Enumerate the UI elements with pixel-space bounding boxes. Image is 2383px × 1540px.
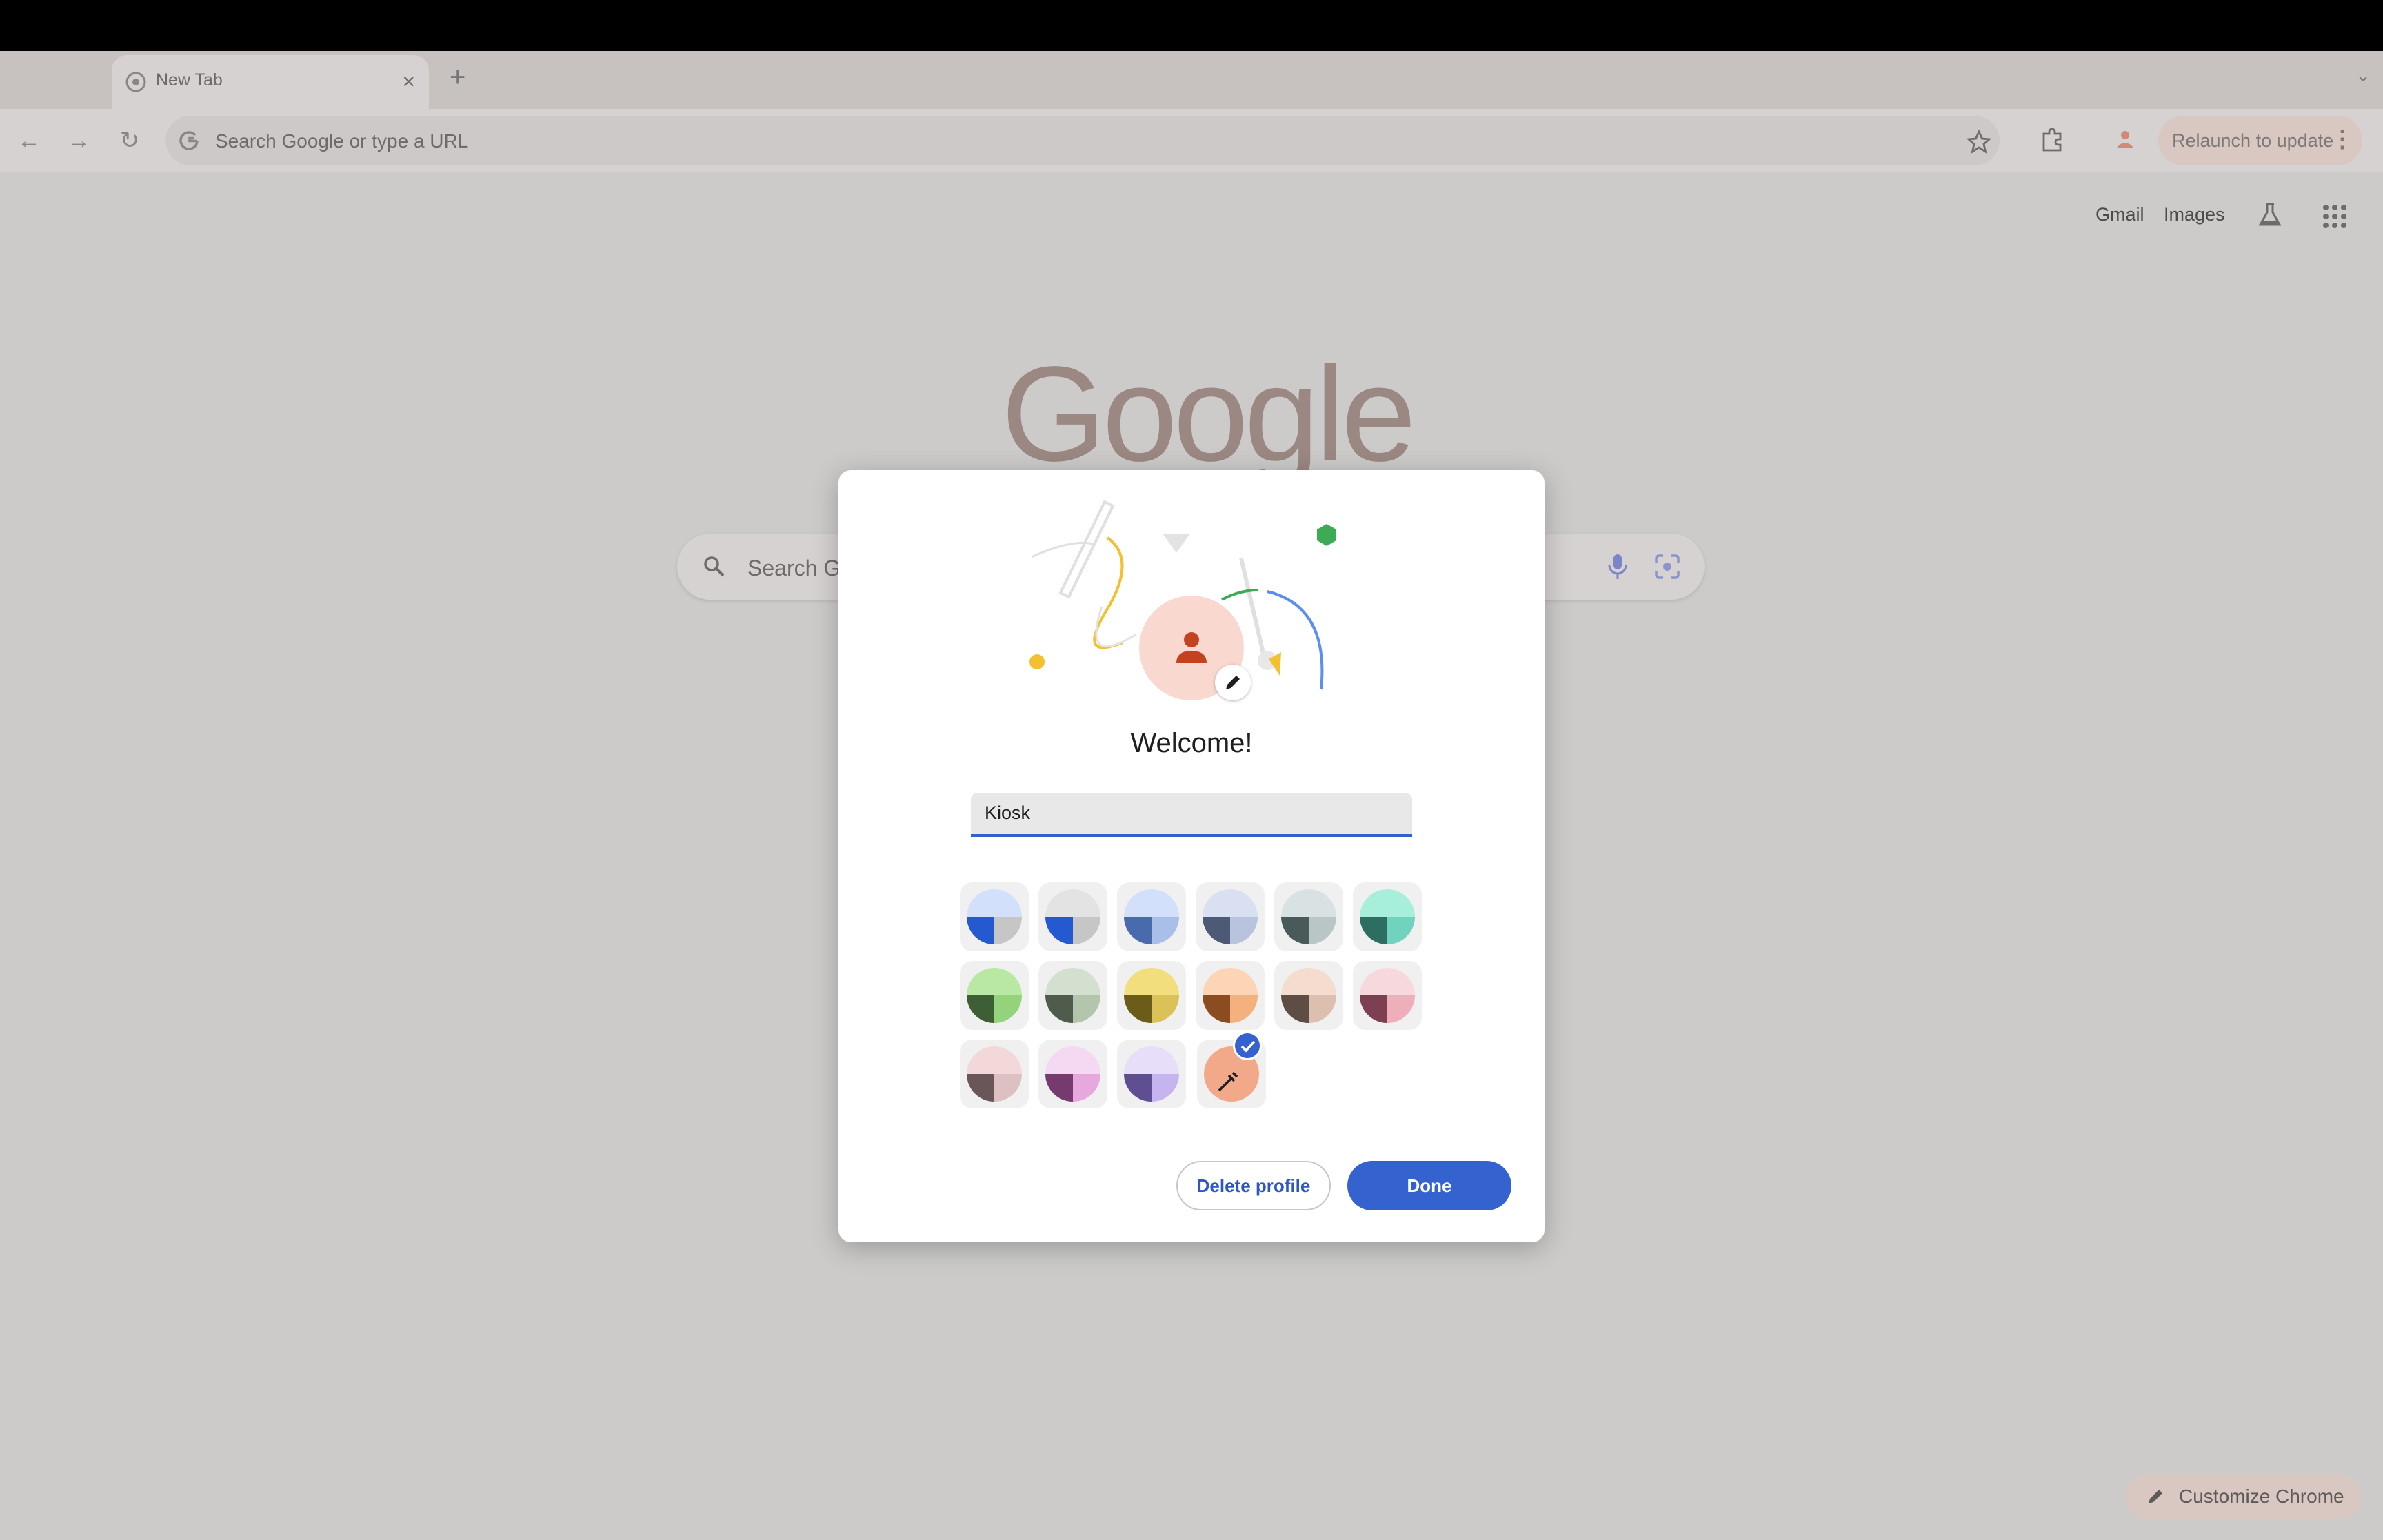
profile-customization-dialog: Welcome! Delete profile Done	[838, 470, 1545, 1242]
color-swatch[interactable]	[1196, 961, 1265, 1030]
eyedropper-icon	[1218, 1071, 1238, 1092]
tab-close-button[interactable]: ×	[402, 68, 415, 94]
color-swatch[interactable]	[960, 961, 1029, 1030]
color-swatch[interactable]	[1038, 1040, 1107, 1108]
dialog-title: Welcome!	[1130, 728, 1253, 758]
color-swatch-circle	[1045, 968, 1100, 1023]
color-swatch[interactable]	[1038, 961, 1107, 1030]
color-swatch-circle	[967, 1046, 1022, 1102]
reload-button[interactable]: ↻	[113, 124, 146, 157]
google-logo: Google	[1001, 338, 1416, 489]
color-swatch-circle	[1203, 968, 1258, 1023]
color-swatch[interactable]	[1117, 961, 1186, 1030]
color-swatch[interactable]	[960, 1040, 1029, 1108]
color-swatch[interactable]	[1196, 882, 1265, 951]
person-icon	[1176, 632, 1207, 663]
pencil-icon	[1226, 676, 1240, 689]
color-swatch[interactable]	[1274, 882, 1343, 951]
tab-search-button[interactable]: ⌄	[2355, 65, 2371, 86]
relaunch-label: Relaunch to update	[2172, 130, 2334, 151]
extensions-icon[interactable]	[2038, 125, 2066, 153]
color-swatch-circle	[1281, 889, 1336, 944]
arrow-left-icon: ←	[17, 128, 41, 154]
labs-flask-icon[interactable]	[2255, 200, 2285, 230]
done-button[interactable]: Done	[1347, 1161, 1511, 1210]
chrome-menu-button[interactable]: ⋮	[2331, 125, 2354, 153]
color-swatch-circle	[1124, 889, 1179, 944]
back-button[interactable]: ←	[12, 124, 46, 157]
custom-color-swatch[interactable]	[1197, 1031, 1266, 1108]
color-swatch[interactable]	[1117, 1040, 1186, 1108]
color-swatch-circle	[1124, 1046, 1179, 1102]
chrome-icon	[125, 72, 146, 92]
toolbar: ← → ↻ Search Google or type a URL Relaun…	[0, 109, 2383, 172]
color-swatch[interactable]	[1117, 882, 1186, 951]
ntp-search-placeholder: Search G	[747, 556, 841, 580]
reload-icon: ↻	[119, 128, 140, 154]
edit-avatar-button[interactable]	[1215, 665, 1251, 700]
arrow-right-icon: →	[67, 128, 90, 154]
color-swatch-circle	[1045, 889, 1100, 944]
color-swatch[interactable]	[960, 882, 1029, 951]
bookmark-star-icon[interactable]	[1965, 128, 1993, 156]
color-swatch[interactable]	[1038, 882, 1107, 951]
color-swatch-circle	[1045, 1046, 1100, 1102]
tab-new-tab[interactable]: New Tab ×	[112, 55, 429, 109]
profile-name-field[interactable]	[971, 793, 1412, 837]
color-swatch-circle	[1124, 968, 1179, 1023]
color-swatch-circle	[1203, 889, 1258, 944]
customize-chrome-button[interactable]: Customize Chrome	[2125, 1474, 2361, 1519]
profile-avatar-icon[interactable]	[2111, 125, 2139, 153]
color-swatch-circle	[1360, 889, 1415, 944]
color-swatch-circle	[1360, 968, 1415, 1023]
search-icon	[704, 556, 725, 577]
google-g-icon	[179, 131, 199, 150]
omnibox-placeholder: Search Google or type a URL	[215, 130, 469, 152]
delete-profile-button[interactable]: Delete profile	[1176, 1161, 1331, 1210]
apps-grid-icon[interactable]	[2321, 203, 2349, 230]
check-icon	[1240, 1040, 1256, 1053]
color-swatch-circle	[967, 889, 1022, 944]
voice-search-icon[interactable]	[1605, 551, 1630, 582]
gmail-link[interactable]: Gmail	[2095, 204, 2144, 225]
color-swatch[interactable]	[1353, 882, 1422, 951]
system-menu-bar	[0, 0, 2383, 51]
omnibox[interactable]: Search Google or type a URL	[165, 116, 2000, 165]
lens-search-icon[interactable]	[1653, 553, 1681, 580]
forward-button[interactable]: →	[62, 124, 95, 157]
color-swatch-circle	[967, 968, 1022, 1023]
color-swatch[interactable]	[1353, 961, 1422, 1030]
selected-check-badge	[1233, 1031, 1262, 1060]
tab-title: New Tab	[156, 70, 223, 90]
color-swatch[interactable]	[1274, 961, 1343, 1030]
pencil-icon	[2149, 1490, 2162, 1503]
tab-strip: New Tab × + ⌄	[0, 51, 2383, 109]
profile-name-input[interactable]	[985, 802, 1398, 824]
color-swatch-circle	[1281, 968, 1336, 1023]
images-link[interactable]: Images	[2164, 204, 2225, 225]
customize-chrome-label: Customize Chrome	[2179, 1486, 2344, 1507]
relaunch-to-update-button[interactable]: Relaunch to update ⋮	[2158, 116, 2362, 165]
new-tab-button[interactable]: +	[450, 62, 465, 92]
